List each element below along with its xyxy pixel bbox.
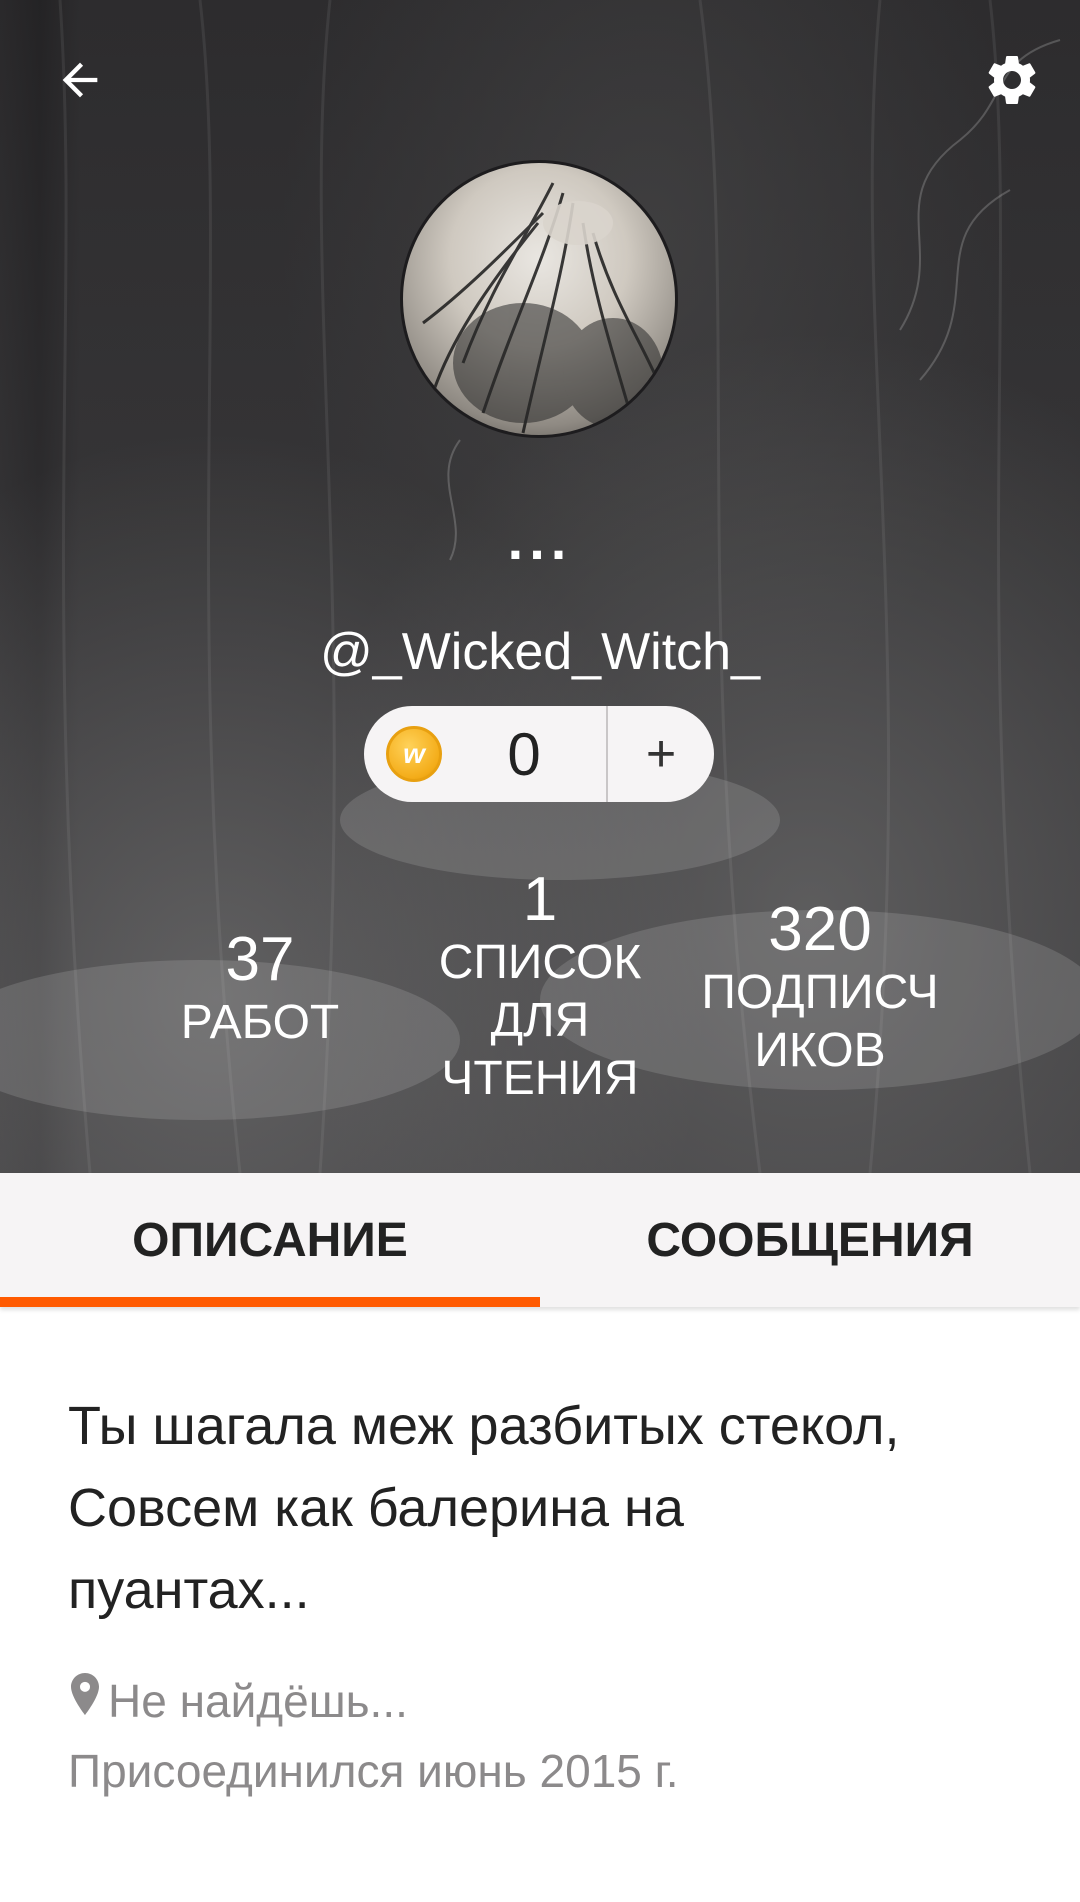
add-coins-button[interactable]: + (608, 706, 714, 802)
arrow-left-icon (62, 62, 98, 98)
bio-line: Ты шагала меж разбитых стекол, (68, 1396, 900, 1456)
stat-followers-label-line: ПОДПИСЧ (701, 966, 939, 1019)
joined-date: Присоединился июнь 2015 г. (68, 1745, 679, 1797)
stat-followers-value: 320 (768, 895, 872, 964)
bio-text: Ты шагала меж разбитых стекол, Совсем ка… (68, 1385, 1028, 1631)
wattpad-coin-icon: w (386, 726, 442, 782)
bio-line: пуантах... (68, 1560, 310, 1620)
stat-works[interactable]: 37 РАБОТ (160, 926, 360, 1052)
stat-works-value: 37 (225, 925, 295, 994)
stat-followers[interactable]: 320 ПОДПИСЧ ИКОВ (680, 896, 960, 1080)
tab-about[interactable]: ОПИСАНИЕ (0, 1173, 540, 1307)
stat-reading-lists[interactable]: 1 СПИСОК ДЛЯ ЧТЕНИЯ (420, 866, 660, 1108)
profile-tabs: ОПИСАНИЕ СООБЩЕНИЯ (0, 1173, 1080, 1307)
avatar[interactable] (400, 160, 678, 438)
map-pin-icon (71, 1673, 99, 1715)
coin-count: 0 (507, 720, 541, 788)
active-tab-indicator (0, 1297, 540, 1307)
stat-reading-lists-value: 1 (522, 865, 558, 934)
settings-button[interactable] (976, 44, 1048, 116)
stat-followers-label-line: ИКОВ (754, 1024, 886, 1077)
about-section: Ты шагала меж разбитых стекол, Совсем ка… (68, 1385, 1028, 1799)
profile-header: ... @_Wicked_Witch_ w 0 + 37 РАБОТ 1 СПИ… (0, 0, 1080, 1173)
location-row: Не найдёшь... (68, 1671, 1028, 1731)
username: @_Wicked_Witch_ (319, 623, 761, 681)
coins-widget: w 0 + (364, 706, 714, 802)
location-text: Не найдёшь... (108, 1675, 408, 1727)
stat-reading-lists-label-line: ДЛЯ (490, 994, 590, 1047)
stat-works-label: РАБОТ (180, 996, 340, 1049)
stat-reading-lists-label-line: ЧТЕНИЯ (441, 1052, 639, 1105)
gear-icon (988, 55, 1036, 104)
tab-messages-label: СООБЩЕНИЯ (646, 1213, 974, 1267)
stat-reading-lists-label-line: СПИСОК (438, 936, 642, 989)
back-button[interactable] (44, 44, 116, 116)
tab-messages[interactable]: СООБЩЕНИЯ (540, 1173, 1080, 1307)
tab-about-label: ОПИСАНИЕ (132, 1213, 408, 1267)
display-name: ... (507, 508, 573, 571)
bio-line: Совсем как балерина на (68, 1478, 684, 1538)
